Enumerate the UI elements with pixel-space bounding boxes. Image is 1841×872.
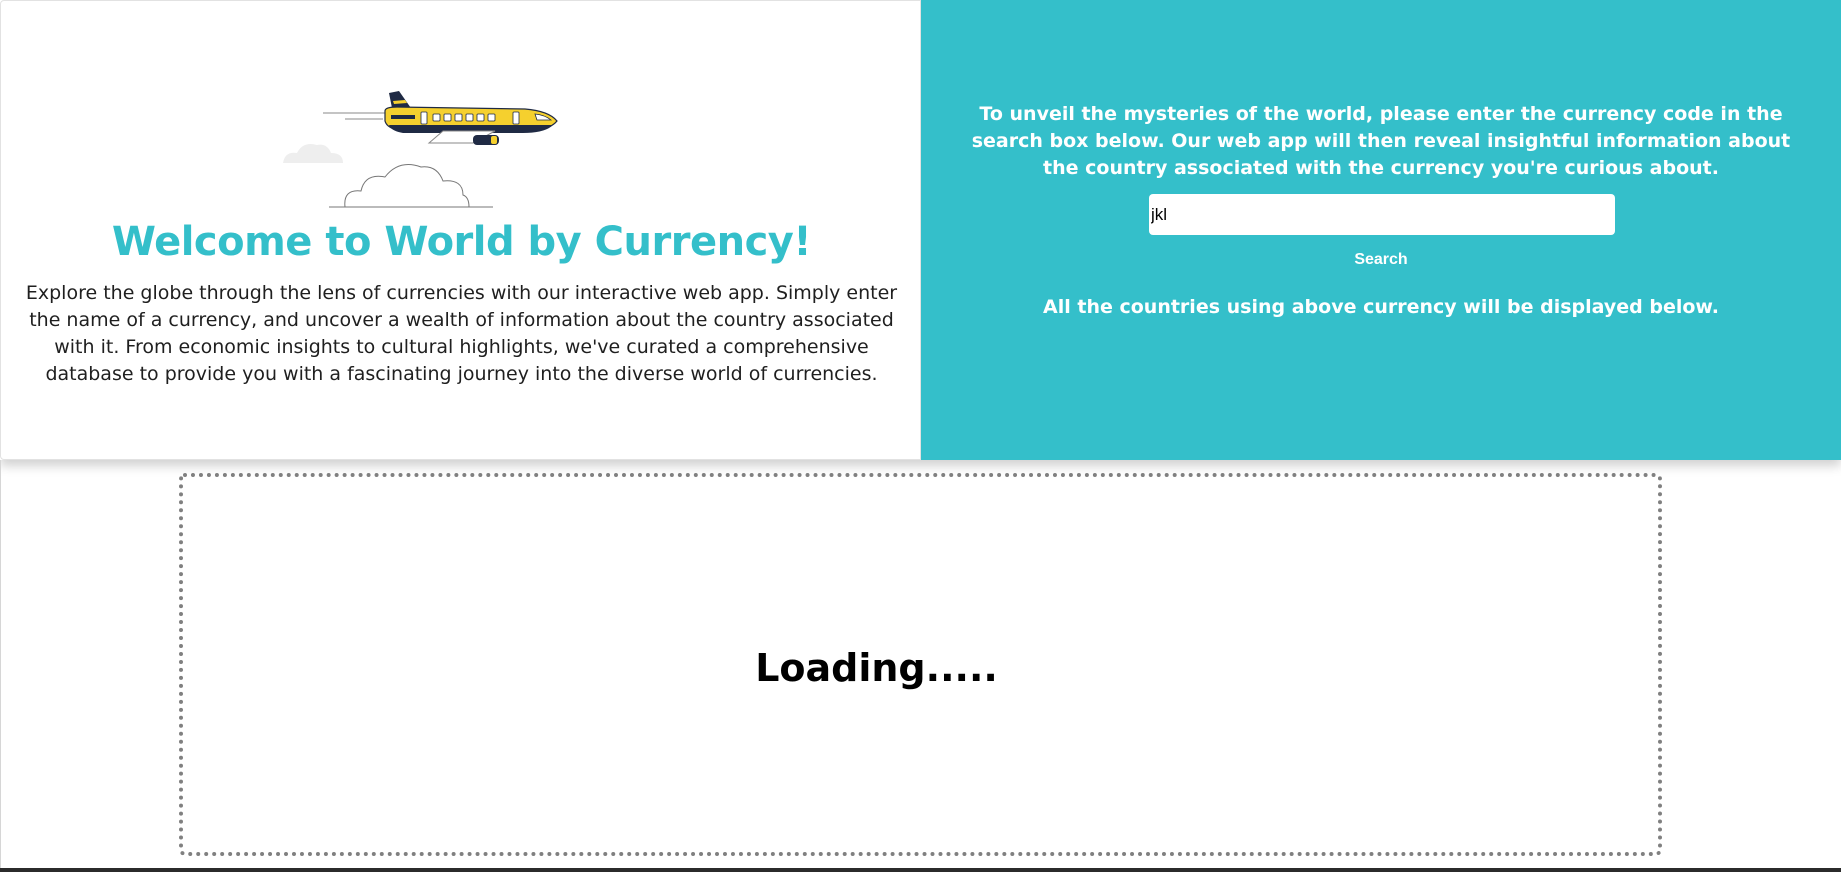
search-button[interactable]: Search xyxy=(1321,248,1441,272)
currency-search-input[interactable] xyxy=(1149,194,1615,235)
intro-description: Explore the globe through the lens of cu… xyxy=(25,282,898,385)
results-container: Loading..... xyxy=(179,473,1662,856)
search-instructions: To unveil the mysteries of the world, pl… xyxy=(971,103,1791,179)
page-title: Welcome to World by Currency! xyxy=(111,219,812,265)
hero-section: Welcome to World by Currency! Explore th… xyxy=(0,0,1841,460)
page-edge-divider xyxy=(0,460,1,868)
results-note: All the countries using above currency w… xyxy=(1043,296,1719,318)
airplane-with-clouds-icon xyxy=(283,91,558,208)
search-panel: To unveil the mysteries of the world, pl… xyxy=(921,0,1841,460)
loading-status: Loading..... xyxy=(755,645,998,690)
welcome-panel: Welcome to World by Currency! Explore th… xyxy=(0,0,921,460)
window-bottom-border xyxy=(0,868,1841,872)
